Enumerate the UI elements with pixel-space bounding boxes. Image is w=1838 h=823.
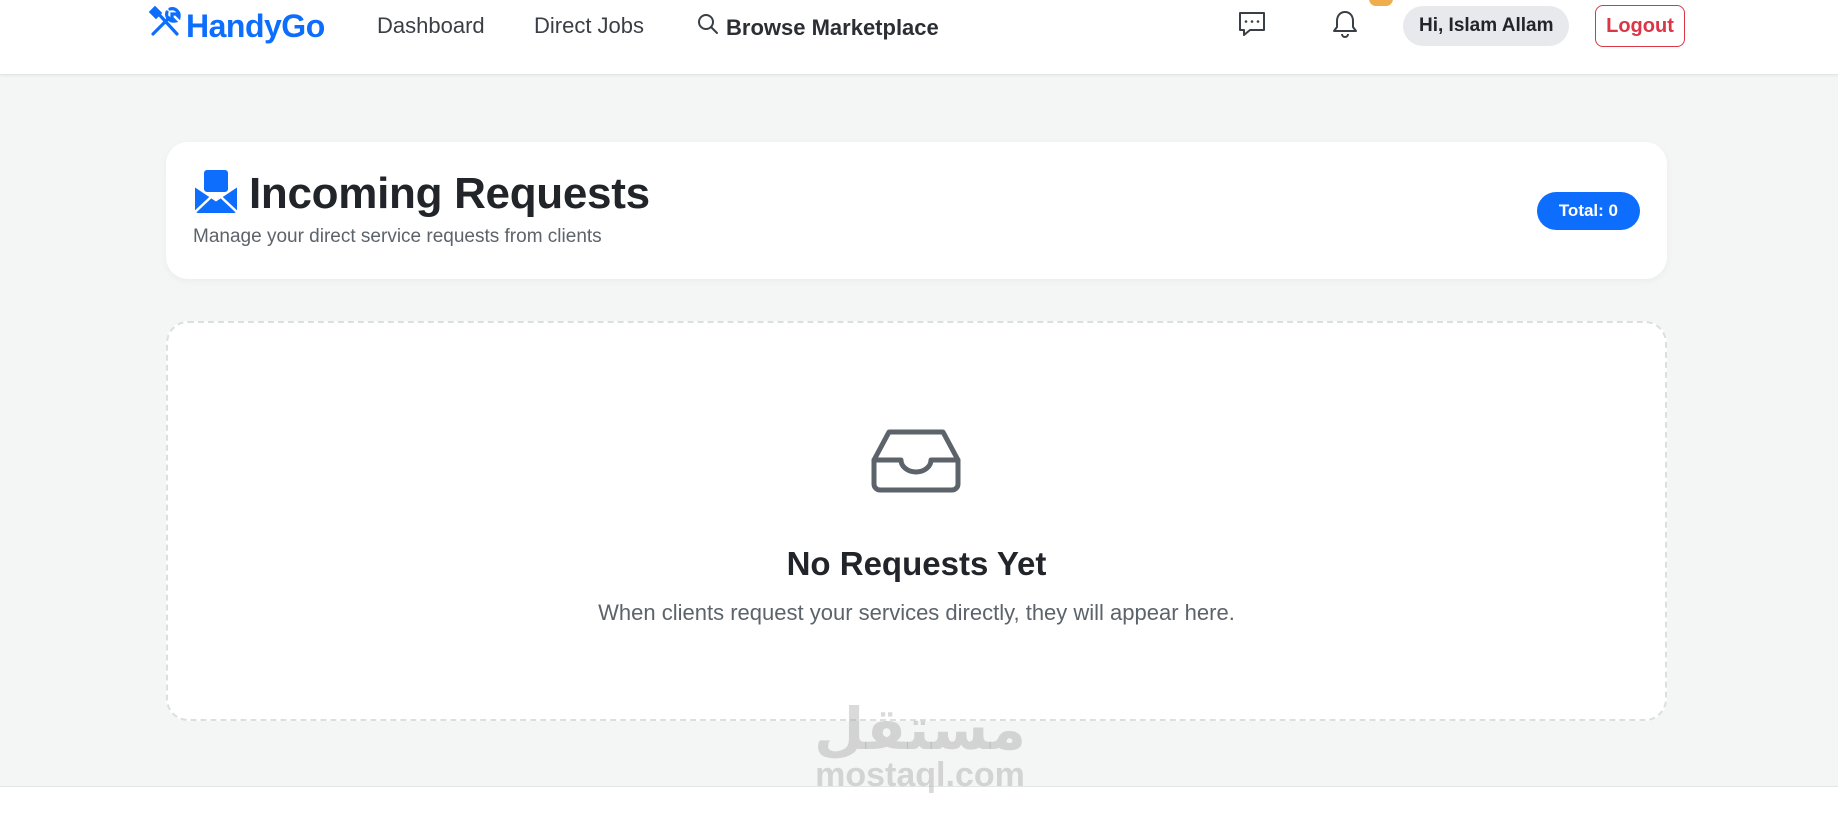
notification-badge [1369, 0, 1393, 6]
page-title-row: Incoming Requests [193, 168, 650, 219]
logout-button[interactable]: Logout [1595, 5, 1685, 47]
chat-icon [1236, 8, 1268, 45]
page-title: Incoming Requests [249, 168, 650, 218]
search-icon [696, 12, 720, 43]
total-count-badge: Total: 0 [1536, 192, 1640, 230]
page-subtitle: Manage your direct service requests from… [193, 226, 602, 247]
notifications-button[interactable] [1327, 8, 1363, 44]
watermark: مستقل mostaql.com [810, 700, 1030, 792]
nav-direct-jobs[interactable]: Direct Jobs [534, 12, 644, 40]
tools-icon [147, 4, 183, 48]
bell-icon [1329, 8, 1361, 45]
top-navbar: HandyGo Dashboard Direct Jobs Browse Mar… [0, 0, 1838, 75]
brand-name: HandyGo [186, 7, 325, 44]
empty-state-card: No Requests Yet When clients request you… [166, 321, 1667, 721]
nav-dashboard[interactable]: Dashboard [377, 12, 485, 40]
messages-button[interactable] [1234, 8, 1270, 44]
watermark-latin: mostaql.com [815, 756, 1025, 794]
empty-state-message: When clients request your services direc… [598, 600, 1235, 625]
brand-logo-link[interactable]: HandyGo [147, 4, 325, 48]
watermark-arabic: مستقل [813, 695, 1027, 763]
empty-state-title: No Requests Yet [786, 545, 1047, 582]
inbox-icon [869, 426, 963, 494]
nav-browse-marketplace[interactable]: Browse Marketplace [696, 12, 939, 43]
browse-marketplace-label: Browse Marketplace [726, 14, 939, 40]
envelope-open-icon [193, 168, 239, 219]
user-greeting[interactable]: Hi, Islam Allam [1403, 6, 1570, 46]
incoming-requests-header-card: Incoming Requests Manage your direct ser… [166, 142, 1667, 279]
